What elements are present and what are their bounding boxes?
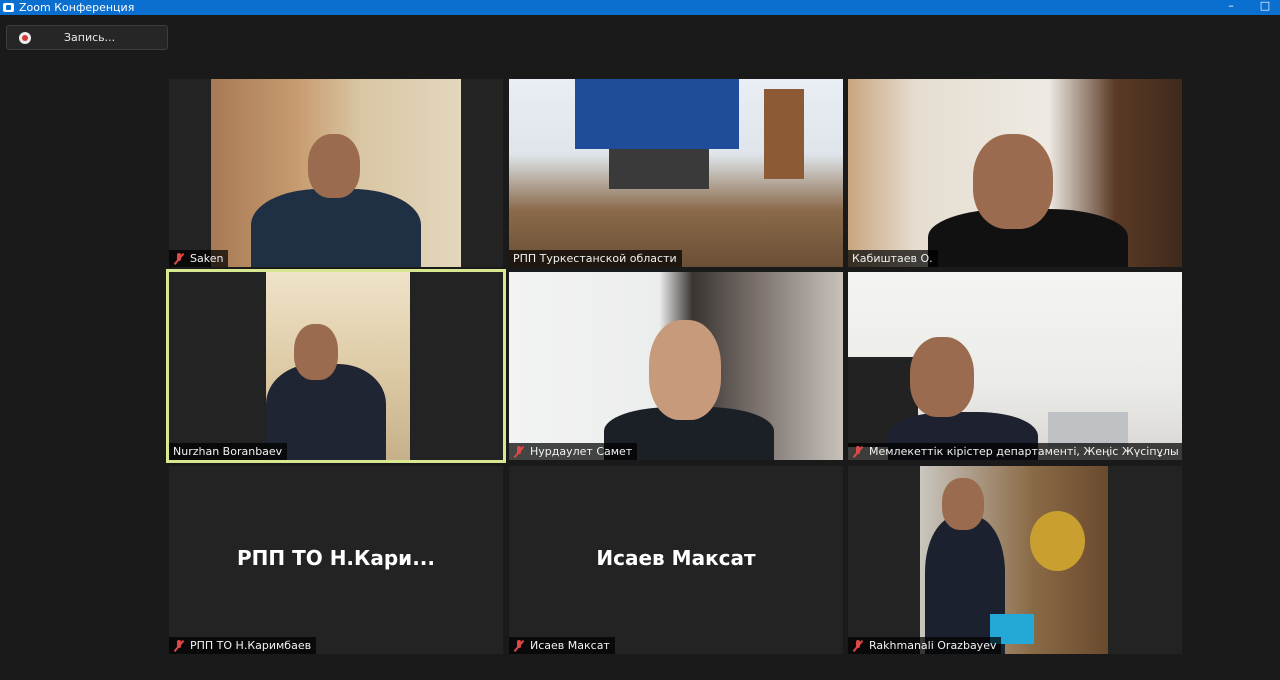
participant-name-tag: РПП ТО Н.Каримбаев xyxy=(169,637,317,654)
person-head xyxy=(910,337,974,417)
mic-muted-icon xyxy=(513,639,525,652)
record-icon xyxy=(19,31,31,44)
participant-name: Мемлекеттік кірістер департаменті, Жеңіс… xyxy=(869,445,1179,458)
participant-display-name: Исаев Максат xyxy=(596,546,756,570)
participant-name-tag: Кабиштаев О. xyxy=(848,250,938,267)
participant-video xyxy=(509,272,843,460)
person-silhouette xyxy=(251,189,421,267)
participant-tile-zhenis[interactable]: Мемлекеттік кірістер департаменті, Жеңіс… xyxy=(848,272,1182,460)
participant-name: Исаев Максат xyxy=(530,639,610,652)
recording-label: Запись... xyxy=(64,31,116,44)
documents xyxy=(1048,412,1128,447)
zoom-app-icon xyxy=(3,3,14,12)
participant-tile-rakhmanali[interactable]: Rakhmanali Orazbayev xyxy=(848,466,1182,654)
participant-name-tag: Saken xyxy=(169,250,229,267)
participant-tile-kabishtaev[interactable]: Кабиштаев О. xyxy=(848,79,1182,267)
participant-name: РПП Туркестанской области xyxy=(513,252,677,265)
participant-name-tag: Мемлекеттік кірістер департаменті, Жеңіс… xyxy=(848,443,1182,460)
participant-tile-nurdaulet[interactable]: Нурдаулет Самет xyxy=(509,272,843,460)
person-head xyxy=(973,134,1053,229)
participant-name-tag: Нурдаулет Самет xyxy=(509,443,638,460)
mic-muted-icon xyxy=(513,445,525,458)
participant-name: Кабиштаев О. xyxy=(852,252,933,265)
participant-tile-isaev[interactable]: Исаев Максат Исаев Максат xyxy=(509,466,843,654)
participant-tile-rpp-to-karimbaev[interactable]: РПП ТО Н.Кари... РПП ТО Н.Каримбаев xyxy=(169,466,503,654)
person-head xyxy=(649,320,721,420)
maximize-icon[interactable]: □ xyxy=(1254,0,1276,15)
mic-muted-icon xyxy=(173,252,185,265)
conference-banner xyxy=(575,79,739,149)
participant-video xyxy=(211,79,461,267)
participant-name-tag: Исаев Максат xyxy=(509,637,615,654)
title-bar: Zoom Конференция – □ xyxy=(0,0,1280,15)
participant-video xyxy=(920,466,1108,654)
participant-name-tag: РПП Туркестанской области xyxy=(509,250,682,267)
mic-muted-icon xyxy=(852,445,864,458)
person-head xyxy=(308,134,360,198)
participant-name: РПП ТО Н.Каримбаев xyxy=(190,639,312,652)
decorative-tree xyxy=(1030,511,1085,571)
participant-name: Нурдаулет Самет xyxy=(530,445,633,458)
table xyxy=(609,149,709,189)
participant-video xyxy=(848,79,1182,267)
participant-tile-saken[interactable]: Saken xyxy=(169,79,503,267)
mic-muted-icon xyxy=(852,639,864,652)
participant-tile-rpp-turkestan[interactable]: РПП Туркестанской области xyxy=(509,79,843,267)
minimize-icon[interactable]: – xyxy=(1220,0,1242,15)
mic-muted-icon xyxy=(173,639,185,652)
door xyxy=(764,89,804,179)
window-title: Zoom Конференция xyxy=(19,1,135,14)
person-head xyxy=(294,324,338,380)
participant-video xyxy=(509,79,843,267)
participant-display-name: РПП ТО Н.Кари... xyxy=(236,546,435,570)
participant-name-tag: Nurzhan Boranbaev xyxy=(169,443,288,460)
participant-tile-nurzhan[interactable]: Nurzhan Boranbaev xyxy=(166,269,506,463)
participant-name: Nurzhan Boranbaev xyxy=(173,445,283,458)
person-head xyxy=(942,478,984,530)
participant-name-tag: Rakhmanali Orazbayev xyxy=(848,637,1002,654)
participant-name: Saken xyxy=(190,252,224,265)
participant-video xyxy=(266,272,410,460)
participant-name: Rakhmanali Orazbayev xyxy=(869,639,997,652)
participant-video xyxy=(848,272,1182,460)
recording-button[interactable]: Запись... xyxy=(6,25,168,50)
